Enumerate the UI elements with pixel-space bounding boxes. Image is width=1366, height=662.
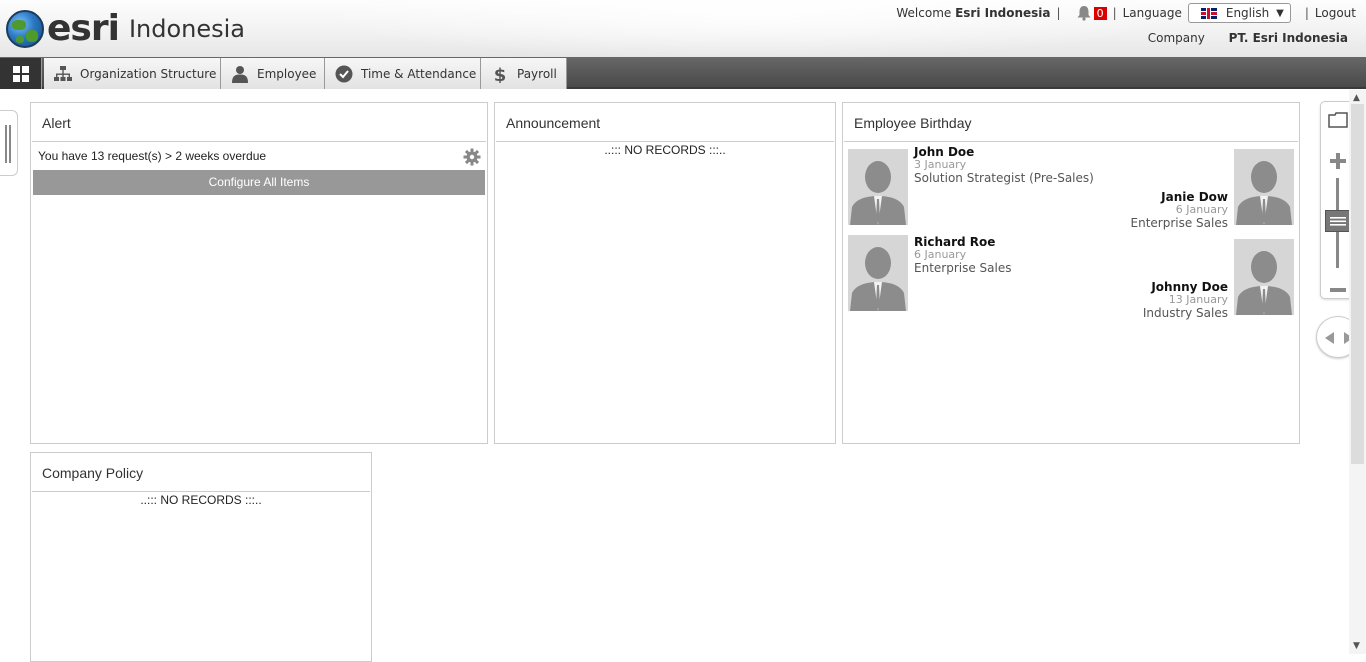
company-label: Company (1147, 31, 1205, 45)
zoom-slider-handle[interactable] (1325, 210, 1351, 232)
birthday-date: 6 January (1175, 203, 1228, 216)
divider: | (1112, 6, 1117, 20)
alert-row: You have 13 request(s) > 2 weeks overdue (31, 142, 487, 170)
notification-badge[interactable]: 0 (1093, 6, 1107, 20)
vertical-scrollbar[interactable]: ▲ ▼ (1349, 90, 1366, 654)
avatar (848, 235, 908, 311)
birthday-entry[interactable]: Johnny Doe 13 January Industry Sales (1142, 281, 1228, 321)
birthday-date: 3 January (914, 158, 967, 171)
dashboard-button[interactable] (0, 58, 42, 89)
company-info: Company PT. Esri Indonesia (1148, 31, 1348, 45)
nav-organization-structure[interactable]: Organization Structure (44, 58, 221, 89)
nav-payroll[interactable]: $ Payroll (481, 58, 567, 89)
panel-title: Alert (32, 103, 486, 142)
empty-state: ..::: NO RECORDS :::.. (140, 493, 262, 507)
company-policy-panel: Company Policy ..::: NO RECORDS :::.. (30, 452, 372, 662)
panel-title: Announcement (496, 103, 834, 142)
main-nav: Organization Structure Employee Time & A… (0, 57, 1366, 89)
logout-link[interactable]: Logout (1315, 6, 1356, 20)
nav-label: Organization Structure (80, 66, 217, 81)
nav-label: Employee (257, 66, 317, 81)
empty-state: ..::: NO RECORDS :::.. (604, 143, 726, 157)
logo-subtext: Indonesia (128, 15, 245, 43)
dollar-icon: $ (491, 65, 509, 86)
nav-employee[interactable]: Employee (221, 58, 325, 89)
language-label: Language (1122, 6, 1182, 20)
alert-message[interactable]: You have 13 request(s) > 2 weeks overdue (38, 149, 266, 163)
grid-icon (12, 65, 29, 82)
company-value: PT. Esri Indonesia (1228, 31, 1348, 45)
divider: | (1056, 6, 1061, 20)
language-select[interactable]: English ▼ (1187, 3, 1291, 23)
org-chart-icon (54, 65, 72, 83)
birthday-entry[interactable]: Richard Roe 6 January Enterprise Sales (914, 236, 1012, 276)
gear-icon[interactable] (463, 148, 481, 166)
welcome-label: Welcome (896, 6, 952, 20)
chevron-left-icon[interactable] (1323, 331, 1335, 348)
scroll-up-icon[interactable]: ▲ (1353, 93, 1360, 103)
sidebar-toggle[interactable] (0, 110, 18, 176)
employee-role: Enterprise Sales (1130, 216, 1228, 230)
divider: | (1304, 6, 1309, 20)
clock-icon (335, 65, 353, 83)
uk-flag-icon (1200, 7, 1217, 19)
person-icon (231, 65, 249, 83)
chevron-down-icon: ▼ (1276, 7, 1284, 19)
zoom-in-icon[interactable] (1329, 152, 1347, 173)
language-value: English (1225, 6, 1270, 20)
bell-icon[interactable] (1075, 5, 1093, 21)
panel-title: Company Policy (32, 453, 370, 492)
birthday-date: 6 January (914, 248, 967, 261)
panel-title: Employee Birthday (844, 103, 1298, 142)
svg-text:$: $ (494, 65, 507, 83)
nav-time-attendance[interactable]: Time & Attendance (325, 58, 481, 89)
avatar (1234, 239, 1294, 315)
zoom-out-icon[interactable] (1329, 282, 1347, 296)
birthday-date: 13 January (1168, 293, 1228, 306)
logo-text: esri (47, 8, 120, 49)
birthday-entry[interactable]: John Doe 3 January Solution Strategist (… (914, 146, 1094, 186)
nav-label: Payroll (517, 66, 557, 81)
birthday-entry[interactable]: Janie Dow 6 January Enterprise Sales (1130, 191, 1228, 231)
employee-birthday-panel: Employee Birthday John Doe 3 January Sol… (842, 102, 1300, 444)
header: esri Indonesia Welcome Esri Indonesia | … (0, 0, 1366, 57)
user-bar: Welcome Esri Indonesia | 0 | Language En… (896, 3, 1356, 23)
employee-role: Solution Strategist (Pre-Sales) (914, 171, 1094, 185)
announcement-panel: Announcement ..::: NO RECORDS :::.. (494, 102, 836, 444)
folder-icon[interactable] (1328, 112, 1348, 131)
logo[interactable]: esri Indonesia (6, 9, 245, 49)
globe-icon (6, 10, 44, 48)
employee-role: Industry Sales (1142, 306, 1228, 320)
avatar (848, 149, 908, 225)
scroll-thumb[interactable] (1351, 104, 1364, 464)
configure-all-button[interactable]: Configure All Items (33, 170, 485, 195)
user-name: Esri Indonesia (955, 6, 1051, 20)
avatar (1234, 149, 1294, 225)
nav-label: Time & Attendance (361, 66, 477, 81)
alert-panel: Alert You have 13 request(s) > 2 weeks o… (30, 102, 488, 444)
employee-role: Enterprise Sales (914, 261, 1012, 275)
scroll-down-icon[interactable]: ▼ (1353, 641, 1360, 651)
